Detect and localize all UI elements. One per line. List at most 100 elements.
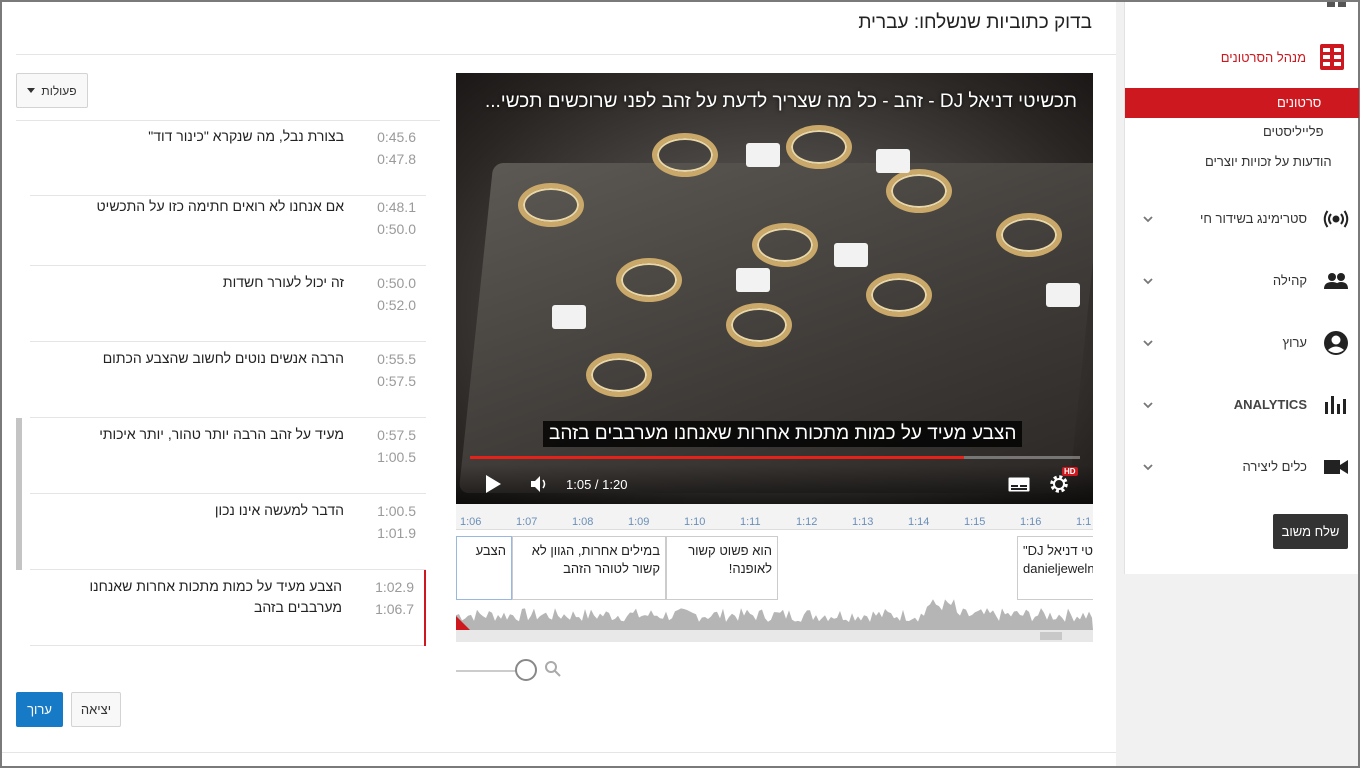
caption-end-time: 1:01.9 [377, 525, 416, 541]
tick-label: 1:12 [796, 516, 818, 528]
price-tag [876, 149, 910, 173]
edit-button[interactable]: ערוך [16, 692, 63, 727]
chevron-down-icon[interactable] [1143, 400, 1153, 410]
tick-label: 1:09 [628, 516, 650, 528]
sidebar-item-copyright[interactable]: הודעות על זכויות יוצרים [1205, 154, 1332, 169]
actions-dropdown-button[interactable]: פעולות [16, 73, 88, 108]
chevron-down-icon[interactable] [1143, 214, 1153, 224]
zoom-magnifier-icon [545, 661, 561, 677]
sidebar-item-live-streaming[interactable]: סטרימינג בשידור חי [1125, 202, 1359, 238]
timeline-cue[interactable]: הצבע [456, 536, 512, 600]
video-manager-icon [1320, 44, 1344, 70]
caption-times: 0:57.5 1:00.5 [377, 424, 416, 468]
caption-row[interactable]: אם אנחנו לא רואים חתימה כזו על התכשיט 0:… [16, 190, 440, 266]
price-tag [746, 143, 780, 167]
timeline-scroll-thumb[interactable] [1040, 632, 1062, 640]
timeline-cue[interactable]: הוא פשוט קשור לאופנה! [666, 536, 778, 600]
hd-badge: HD [1062, 467, 1078, 476]
sidebar-item-label: כלים ליצירה [1242, 459, 1307, 474]
tick-label: 1:10 [684, 516, 706, 528]
subtitle-overlay: הצבע מעיד על כמות מתכות אחרות שאנחנו מער… [543, 421, 1023, 447]
caption-timeline[interactable]: 1:06 1:07 1:08 1:09 1:10 1:11 1:12 1:13 … [456, 504, 1093, 642]
progress-bar[interactable] [470, 456, 1080, 459]
sidebar-item-channel[interactable]: ערוץ [1125, 326, 1359, 362]
caption-text: בצורת נבל, מה שנקרא "כינור דוד" [148, 128, 344, 144]
timeline-cue[interactable]: במילים אחרות, הגוון לא קשור לטוהר הזהב [512, 536, 666, 600]
actions-label: פעולות [41, 83, 77, 98]
tick-label: 1:11 [740, 516, 761, 528]
caption-times: 1:00.5 1:01.9 [377, 500, 416, 544]
caption-start-time: 0:48.1 [377, 199, 416, 215]
caption-text: זה יכול לעורר חשדות [222, 274, 344, 290]
exit-button[interactable]: יציאה [71, 692, 121, 727]
chevron-down-icon[interactable] [1143, 462, 1153, 472]
tick-label: 1:14 [908, 516, 930, 528]
grid-icon[interactable] [1327, 2, 1347, 8]
title-divider [16, 54, 1116, 55]
play-icon[interactable] [486, 475, 501, 493]
player-controls: 1:05 / 1:20 HD [456, 465, 1093, 504]
ring-image [726, 303, 792, 347]
sidebar-item-creator-tools[interactable]: כלים ליצירה [1125, 450, 1359, 486]
video-camera-icon [1324, 460, 1348, 474]
caption-row[interactable]: זה יכול לעורר חשדות 0:50.0 0:52.0 [16, 266, 440, 342]
caption-end-time: 0:52.0 [377, 297, 416, 313]
caption-start-time: 0:55.5 [377, 351, 416, 367]
timeline-scrollbar[interactable] [456, 630, 1093, 642]
timeline-cue[interactable]: "DJ יטי דניאל danieljeweln [1017, 536, 1093, 600]
ring-image [652, 133, 718, 177]
zoom-slider-track[interactable] [456, 670, 520, 672]
sidebar-item-community[interactable]: קהילה [1125, 264, 1359, 300]
caption-row[interactable]: בצורת נבל, מה שנקרא "כינור דוד" 0:45.6 0… [16, 120, 440, 196]
send-feedback-button[interactable]: שלח משוב [1273, 514, 1348, 549]
ring-image [866, 273, 932, 317]
time-ruler: 1:06 1:07 1:08 1:09 1:10 1:11 1:12 1:13 … [456, 504, 1093, 530]
time-display: 1:05 / 1:20 [566, 477, 628, 492]
caption-row[interactable]: הדבר למעשה אינו נכון 1:00.5 1:01.9 [16, 494, 440, 570]
caption-times: 0:48.1 0:50.0 [377, 196, 416, 240]
tick-label: 1:07 [516, 516, 538, 528]
caption-text: הדבר למעשה אינו נכון [214, 502, 344, 518]
zoom-slider-knob[interactable] [515, 659, 537, 681]
studio-sidebar: מנהל הסרטונים סרטונים פלייליסטים הודעות … [1124, 2, 1359, 574]
video-player[interactable]: תכשיטי דניאל DJ - זהב - כל מה שצריך לדעת… [456, 73, 1093, 504]
caption-row[interactable]: הרבה אנשים נוטים לחשוב שהצבע הכתום 0:55.… [16, 342, 440, 418]
playhead-marker[interactable] [456, 616, 470, 630]
caption-review-panel: בדוק כתוביות שנשלחו: עברית פעולות בצורת … [2, 2, 1116, 766]
chevron-down-icon[interactable] [1143, 276, 1153, 286]
caption-start-time: 1:00.5 [377, 503, 416, 519]
tick-label: 1:08 [572, 516, 594, 528]
settings-gear-icon[interactable] [1048, 473, 1070, 495]
sidebar-item-video-manager[interactable]: מנהל הסרטונים [1221, 44, 1344, 70]
caption-text: אם אנחנו לא רואים חתימה כזו על התכשיט [96, 198, 344, 214]
volume-icon[interactable] [530, 475, 550, 493]
caption-row-active[interactable]: הצבע מעיד על כמות מתכות אחרות שאנחנו מער… [16, 570, 440, 646]
captions-icon[interactable] [1008, 477, 1030, 492]
caption-start-time: 0:45.6 [377, 129, 416, 145]
ring-image [996, 213, 1062, 257]
caption-start-time: 0:50.0 [377, 275, 416, 291]
caption-end-time: 0:57.5 [377, 373, 416, 389]
tick-label: 1:06 [460, 516, 482, 528]
price-tag [1046, 283, 1080, 307]
sidebar-item-analytics[interactable]: ANALYTICS [1125, 388, 1359, 424]
tick-label: 1:13 [852, 516, 874, 528]
sidebar-item-videos[interactable]: סרטונים [1125, 88, 1359, 118]
account-circle-icon [1324, 331, 1348, 355]
row-divider [30, 645, 426, 646]
tick-label: 1:15 [964, 516, 986, 528]
page-title: בדוק כתוביות שנשלחו: עברית [858, 12, 1092, 33]
people-icon [1324, 273, 1348, 289]
sidebar-item-playlists[interactable]: פלייליסטים [1263, 124, 1324, 139]
caption-text: הרבה אנשים נוטים לחשוב שהצבע הכתום [102, 350, 344, 366]
price-tag [834, 243, 868, 267]
caption-start-time: 0:57.5 [377, 427, 416, 443]
chevron-down-icon[interactable] [1143, 338, 1153, 348]
tick-label: 1:16 [1020, 516, 1042, 528]
ring-image [786, 125, 852, 169]
video-manager-label: מנהל הסרטונים [1220, 49, 1306, 65]
caption-row[interactable]: מעיד על זהב הרבה יותר טהור, יותר איכותי … [16, 418, 440, 494]
video-title[interactable]: תכשיטי דניאל DJ - זהב - כל מה שצריך לדעת… [485, 91, 1077, 113]
caption-times: 1:02.9 1:06.7 [375, 576, 414, 620]
price-tag [736, 268, 770, 292]
